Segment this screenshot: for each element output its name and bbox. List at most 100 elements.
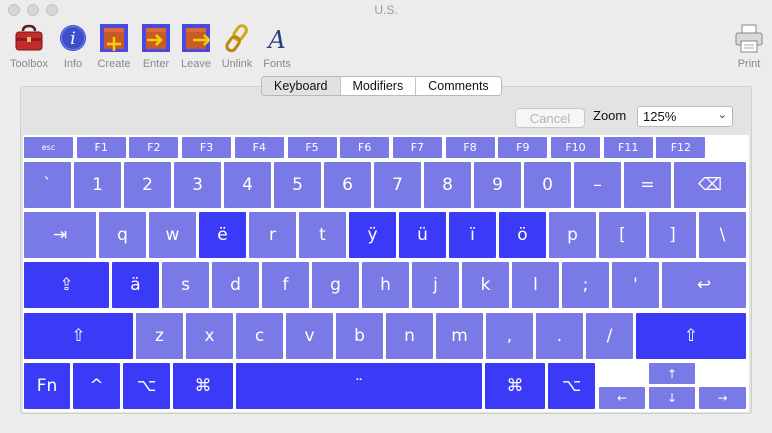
- key-ö[interactable]: ö: [499, 212, 546, 258]
- key-period[interactable]: .: [536, 313, 583, 359]
- window-title: U.S.: [374, 3, 398, 17]
- key-s[interactable]: s: [162, 262, 209, 308]
- key-semicolon[interactable]: ;: [562, 262, 609, 308]
- key-comma[interactable]: ,: [486, 313, 533, 359]
- keyboard-layout: esc F1 F2 F3 F4 F5 F6 F7 F8 F9 F10 F11 F12 ` 1 2 3 4 5 6 7 8 9…: [23, 135, 749, 412]
- key-delete[interactable]: ⌫: [674, 162, 746, 208]
- leave-dead-key-icon: [181, 22, 211, 54]
- key-right[interactable]: →: [699, 387, 746, 409]
- key-minus[interactable]: –: [574, 162, 621, 208]
- printer-icon: [734, 22, 764, 54]
- key-f[interactable]: f: [262, 262, 309, 308]
- key-tab[interactable]: ⇥: [24, 212, 96, 258]
- key-f8[interactable]: F8: [445, 137, 495, 158]
- key-f11[interactable]: F11: [603, 137, 653, 158]
- key-8[interactable]: 8: [424, 162, 471, 208]
- key-t[interactable]: t: [299, 212, 346, 258]
- key-quote[interactable]: ': [612, 262, 659, 308]
- key-0[interactable]: 0: [524, 162, 571, 208]
- key-f3[interactable]: F3: [182, 137, 232, 158]
- key-7[interactable]: 7: [374, 162, 421, 208]
- key-g[interactable]: g: [312, 262, 359, 308]
- svg-text:A: A: [266, 26, 285, 54]
- key-w[interactable]: w: [149, 212, 196, 258]
- key-9[interactable]: 9: [474, 162, 521, 208]
- key-5[interactable]: 5: [274, 162, 321, 208]
- key-v[interactable]: v: [286, 313, 333, 359]
- key-q[interactable]: q: [99, 212, 146, 258]
- key-z[interactable]: z: [136, 313, 183, 359]
- key-f4[interactable]: F4: [234, 137, 284, 158]
- key-ÿ[interactable]: ÿ: [349, 212, 396, 258]
- key-f6[interactable]: F6: [340, 137, 390, 158]
- key-space[interactable]: ¨: [236, 363, 482, 409]
- key-f9[interactable]: F9: [498, 137, 548, 158]
- key-ü[interactable]: ü: [399, 212, 446, 258]
- key-f10[interactable]: F10: [551, 137, 600, 158]
- info-icon: i: [58, 22, 88, 54]
- key-1[interactable]: 1: [74, 162, 121, 208]
- key-return[interactable]: ↩: [662, 262, 746, 308]
- key-l[interactable]: l: [512, 262, 559, 308]
- key-command[interactable]: ⌘: [485, 363, 545, 409]
- key-control[interactable]: ^: [73, 363, 120, 409]
- toolbar-label: Toolbox: [10, 58, 48, 70]
- key-6[interactable]: 6: [324, 162, 371, 208]
- toolbar-label: Leave: [181, 58, 211, 70]
- key-fn[interactable]: Fn: [24, 363, 70, 409]
- key-f5[interactable]: F5: [287, 137, 337, 158]
- zoom-value: 125%: [643, 109, 677, 124]
- key-p[interactable]: p: [549, 212, 596, 258]
- key-ï[interactable]: ï: [449, 212, 496, 258]
- key-backslash[interactable]: \: [699, 212, 746, 258]
- key-shift[interactable]: ⇧: [24, 313, 133, 359]
- app-window: U.S. Toolbox i Info Create Enter Leave U…: [0, 0, 772, 433]
- tab-modifiers[interactable]: Modifiers: [339, 77, 416, 95]
- key-down[interactable]: ↓: [649, 387, 695, 409]
- toolbar-label: Print: [737, 58, 761, 70]
- key-slash[interactable]: /: [586, 313, 633, 359]
- cancel-button[interactable]: Cancel: [515, 108, 585, 128]
- toolbox-icon: [14, 22, 44, 54]
- key-grave[interactable]: `: [24, 162, 71, 208]
- toolbar-label: Info: [63, 58, 83, 70]
- key-h[interactable]: h: [362, 262, 409, 308]
- enter-dead-key-icon: [141, 22, 171, 54]
- key-r[interactable]: r: [249, 212, 296, 258]
- view-tabs: Keyboard Modifiers Comments: [261, 76, 502, 96]
- key-3[interactable]: 3: [174, 162, 221, 208]
- key-j[interactable]: j: [412, 262, 459, 308]
- key-esc[interactable]: esc: [24, 137, 73, 158]
- key-f2[interactable]: F2: [129, 137, 179, 158]
- key-ä[interactable]: ä: [112, 262, 159, 308]
- key-up[interactable]: ↑: [649, 363, 695, 384]
- key-right-bracket[interactable]: ]: [649, 212, 696, 258]
- key-f7[interactable]: F7: [392, 137, 442, 158]
- key-shift[interactable]: ⇧: [636, 313, 746, 359]
- key-n[interactable]: n: [386, 313, 433, 359]
- key-ë[interactable]: ë: [199, 212, 246, 258]
- key-option[interactable]: ⌥: [123, 363, 170, 409]
- key-2[interactable]: 2: [124, 162, 171, 208]
- key-option[interactable]: ⌥: [548, 363, 595, 409]
- tab-keyboard[interactable]: Keyboard: [262, 77, 340, 95]
- key-c[interactable]: c: [236, 313, 283, 359]
- key-m[interactable]: m: [436, 313, 483, 359]
- key-f12[interactable]: F12: [656, 137, 706, 158]
- key-d[interactable]: d: [212, 262, 259, 308]
- key-left[interactable]: ←: [599, 387, 645, 409]
- zoom-select[interactable]: 125% ⌄: [637, 106, 733, 127]
- key-equals[interactable]: =: [624, 162, 671, 208]
- toolbar-label: Fonts: [263, 58, 291, 70]
- key-left-bracket[interactable]: [: [599, 212, 646, 258]
- key-4[interactable]: 4: [224, 162, 271, 208]
- svg-text:i: i: [70, 29, 75, 49]
- key-k[interactable]: k: [462, 262, 509, 308]
- tab-comments[interactable]: Comments: [415, 77, 501, 95]
- key-b[interactable]: b: [336, 313, 383, 359]
- key-f1[interactable]: F1: [76, 137, 126, 158]
- key-x[interactable]: x: [186, 313, 233, 359]
- key-caps-lock[interactable]: ⇪: [24, 262, 109, 308]
- key-command[interactable]: ⌘: [173, 363, 233, 409]
- chevron-down-icon: ⌄: [717, 109, 727, 121]
